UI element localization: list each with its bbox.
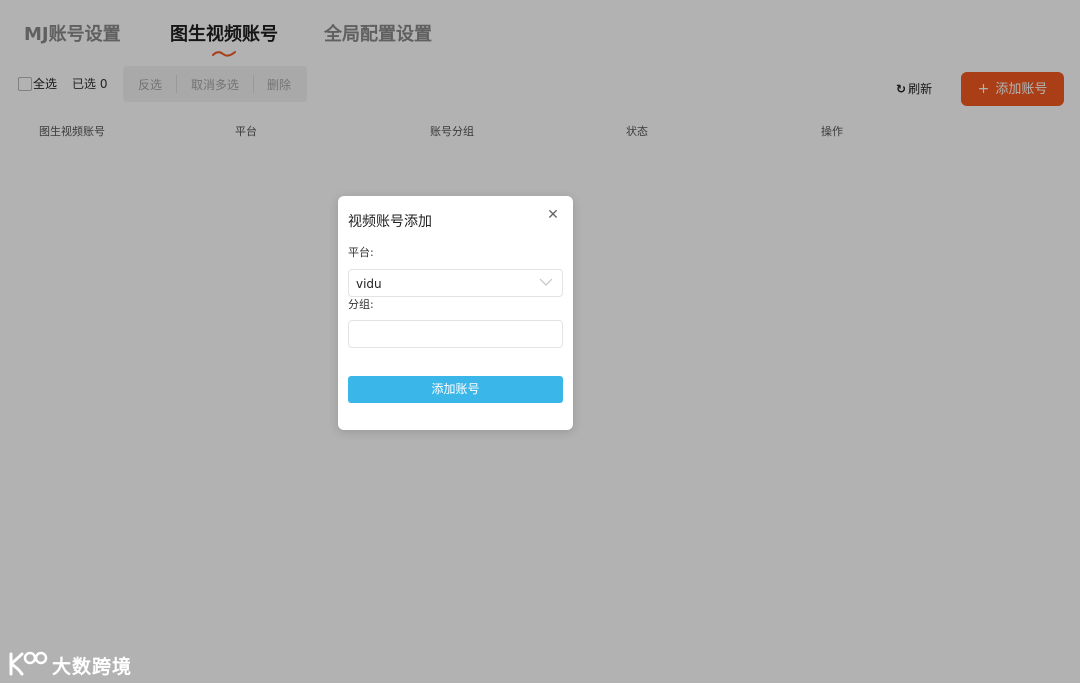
- chevron-down-icon: [539, 278, 553, 286]
- platform-label: 平台:: [348, 246, 374, 259]
- add-video-account-dialog: 视频账号添加 ✕ 平台: vidu 分组: 添加账号: [338, 196, 573, 430]
- close-icon[interactable]: ✕: [545, 207, 561, 223]
- group-input[interactable]: [348, 320, 563, 348]
- platform-select-value: vidu: [356, 277, 382, 291]
- watermark-text: 大数跨境: [52, 656, 133, 678]
- platform-select[interactable]: vidu: [348, 269, 563, 297]
- group-label: 分组:: [348, 298, 374, 311]
- dialog-title: 视频账号添加: [348, 214, 432, 230]
- watermark-logo-icon: [9, 651, 48, 676]
- submit-add-account-button[interactable]: 添加账号: [348, 376, 563, 403]
